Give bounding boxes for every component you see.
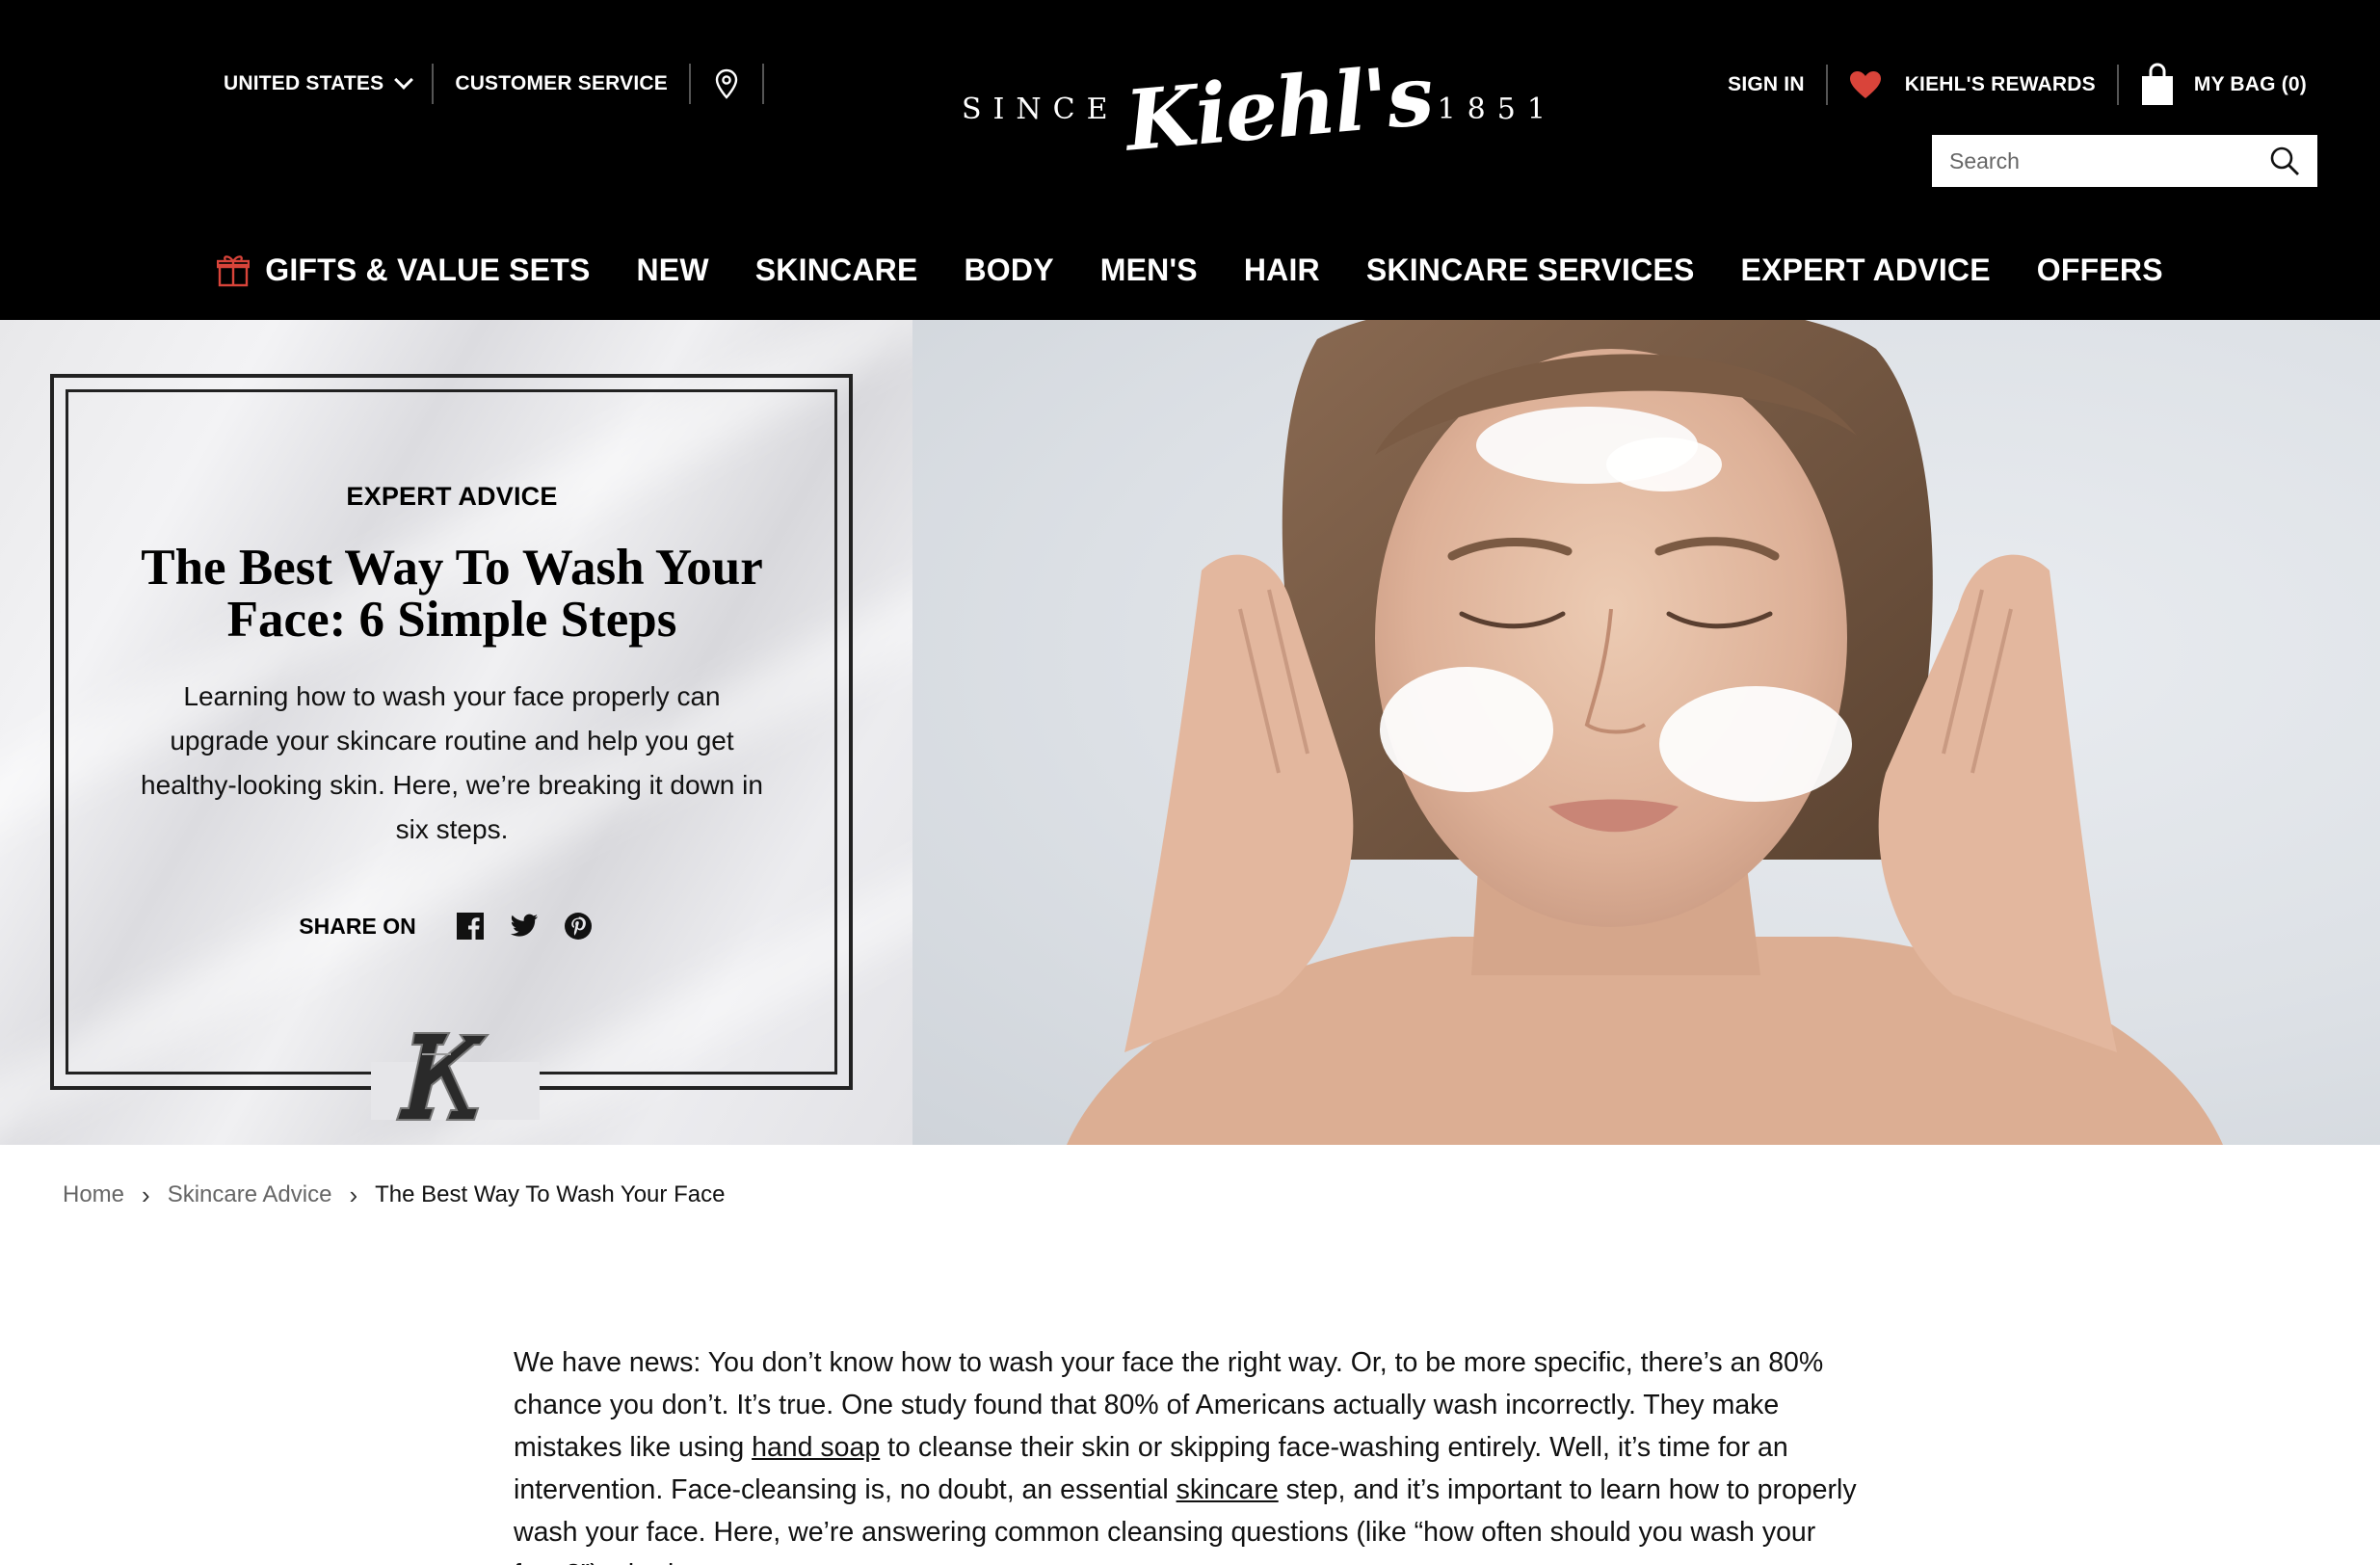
breadcrumb-skincare-advice[interactable]: Skincare Advice <box>168 1181 332 1208</box>
nav-skincare[interactable]: SKINCARE <box>755 252 918 288</box>
breadcrumb-separator: › <box>349 1180 358 1209</box>
nav-label: GIFTS & VALUE SETS <box>265 252 591 287</box>
search-box[interactable] <box>1932 135 2317 187</box>
divider <box>688 64 691 104</box>
utility-nav-left: UNITED STATES CUSTOMER SERVICE <box>224 62 785 106</box>
page-title: The Best Way To Wash Your Face: 6 Simple… <box>141 540 763 648</box>
my-bag-link[interactable]: MY BAG (0) <box>2140 63 2307 107</box>
hero-description: Learning how to wash your face properly … <box>141 681 763 844</box>
pinterest-icon[interactable] <box>564 912 593 941</box>
search-icon[interactable] <box>2269 146 2300 176</box>
shopping-bag-icon <box>2141 63 2173 105</box>
k-monogram-emblem <box>395 1032 490 1121</box>
country-label: UNITED STATES <box>224 72 384 94</box>
facebook-icon[interactable] <box>456 912 485 941</box>
gift-icon <box>217 255 251 287</box>
hero-card: EXPERT ADVICE The Best Way To Wash Your … <box>0 320 912 1145</box>
divider <box>761 64 764 104</box>
twitter-icon[interactable] <box>510 912 539 941</box>
main-nav: GIFTS & VALUE SETS NEW SKINCARE BODY MEN… <box>0 241 2380 299</box>
divider <box>1825 65 1828 105</box>
customer-service-link[interactable]: CUSTOMER SERVICE <box>455 72 668 95</box>
divider <box>2116 65 2119 105</box>
logo-brand: Kiehl's <box>1121 46 1436 171</box>
site-header: UNITED STATES CUSTOMER SERVICE SINCE Kie… <box>0 0 2380 320</box>
nav-hair[interactable]: HAIR <box>1244 252 1320 288</box>
nav-skincare-services[interactable]: SKINCARE SERVICES <box>1366 252 1695 288</box>
woman-washing-face-photo <box>1067 320 2223 1145</box>
sign-in-link[interactable]: SIGN IN <box>1728 73 1805 96</box>
nav-mens[interactable]: MEN'S <box>1100 252 1198 288</box>
location-pin-icon[interactable] <box>712 66 741 101</box>
nav-expert-advice[interactable]: EXPERT ADVICE <box>1741 252 1991 288</box>
chevron-down-icon <box>394 70 414 90</box>
hero-eyebrow: EXPERT ADVICE <box>346 482 558 511</box>
rewards-link[interactable]: KIEHL'S REWARDS <box>1849 70 2096 99</box>
utility-nav-right: SIGN IN KIEHL'S REWARDS MY BAG (0) <box>1728 58 2307 112</box>
breadcrumb-separator: › <box>142 1180 150 1209</box>
nav-new[interactable]: NEW <box>637 252 709 288</box>
search-input[interactable] <box>1949 147 2269 174</box>
breadcrumb: Home › Skincare Advice › The Best Way To… <box>63 1178 725 1212</box>
rewards-label: KIEHL'S REWARDS <box>1904 73 2096 95</box>
article-paragraph: We have news: You don’t know how to wash… <box>514 1341 1882 1565</box>
hero-banner: EXPERT ADVICE The Best Way To Wash Your … <box>0 320 2380 1145</box>
article-body: We have news: You don’t know how to wash… <box>514 1341 1882 1565</box>
breadcrumb-home[interactable]: Home <box>63 1181 124 1208</box>
skincare-link[interactable]: skincare <box>1177 1474 1279 1505</box>
logo-since: SINCE <box>962 92 1120 126</box>
nav-gifts-value-sets[interactable]: GIFTS & VALUE SETS <box>217 252 590 288</box>
logo-year: 1851 <box>1437 92 1557 126</box>
kiehls-logo[interactable]: SINCE Kiehl's 1851 <box>962 46 1546 172</box>
nav-body[interactable]: BODY <box>965 252 1054 288</box>
breadcrumb-current: The Best Way To Wash Your Face <box>375 1181 726 1207</box>
divider <box>432 64 435 104</box>
nav-offers[interactable]: OFFERS <box>2037 252 2163 288</box>
hero-image <box>912 320 2380 1145</box>
share-label: SHARE ON <box>299 913 416 939</box>
country-selector[interactable]: UNITED STATES <box>224 70 414 95</box>
heart-icon <box>1849 71 1881 98</box>
hand-soap-link[interactable]: hand soap <box>752 1432 880 1463</box>
bag-label: MY BAG (0) <box>2193 73 2307 95</box>
share-bar: SHARE ON <box>140 912 764 941</box>
